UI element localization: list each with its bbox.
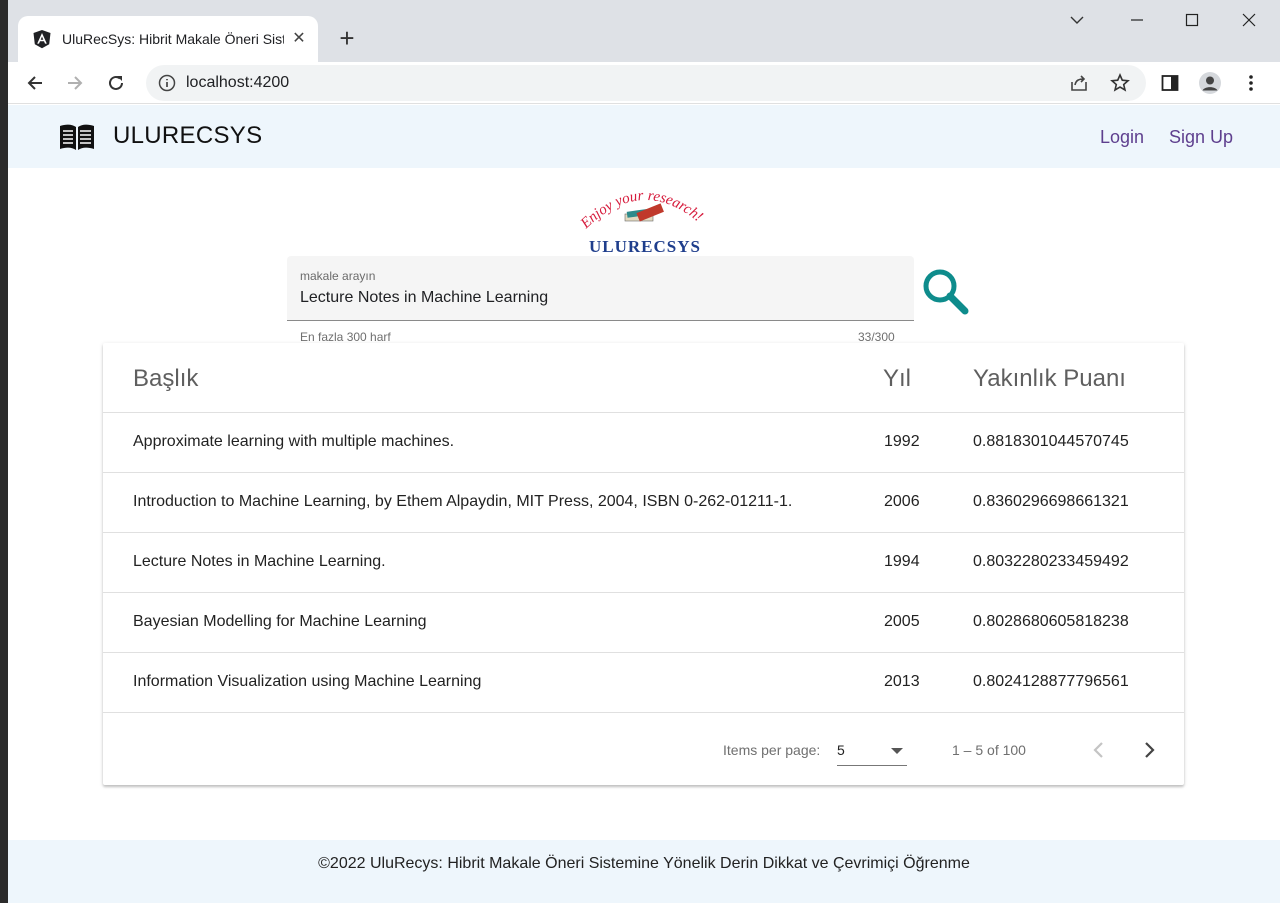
close-tab-icon[interactable]: ✕ — [290, 29, 308, 47]
browser-tab[interactable]: UluRecSys: Hibrit Makale Öneri Sistemine… — [18, 16, 318, 62]
ulurecsys-logo: Enjoy your research! ULURECSYS — [575, 180, 715, 256]
row-year: 2013 — [884, 673, 920, 690]
results-table: Başlık Yıl Yakınlık Puanı Approximate le… — [103, 343, 1184, 785]
row-title: Information Visualization using Machine … — [133, 673, 482, 690]
url-text: localhost:4200 — [186, 74, 290, 91]
maximize-icon[interactable] — [1169, 6, 1215, 34]
browser-toolbar: localhost:4200 — [0, 62, 1280, 104]
table-header-row: Başlık Yıl Yakınlık Puanı — [103, 343, 1184, 413]
page-range-label: 1 – 5 of 100 — [952, 742, 1026, 758]
column-header-year: Yıl — [883, 365, 912, 392]
row-title: Lecture Notes in Machine Learning. — [133, 553, 386, 570]
row-year: 2006 — [884, 493, 920, 510]
angular-favicon-icon — [32, 29, 52, 49]
column-header-title: Başlık — [133, 365, 199, 392]
search-char-count: 33/300 — [858, 330, 895, 344]
page-size-value: 5 — [837, 742, 845, 758]
previous-page-icon[interactable] — [1085, 736, 1113, 764]
items-per-page-label: Items per page: — [723, 742, 821, 758]
paginator: Items per page: 5 1 – 5 of 100 — [103, 714, 1184, 785]
table-row: Introduction to Machine Learning, by Eth… — [103, 473, 1184, 533]
row-year: 1994 — [884, 553, 920, 570]
row-score: 0.8024128877796561 — [973, 673, 1129, 690]
table-row: Approximate learning with multiple machi… — [103, 413, 1184, 473]
row-title: Approximate learning with multiple machi… — [133, 433, 455, 450]
row-score: 0.8032280233459492 — [973, 553, 1129, 570]
bookmark-star-icon[interactable] — [1109, 72, 1131, 94]
browser-tab-bar: UluRecSys: Hibrit Makale Öneri Sistemine… — [0, 0, 1280, 62]
footer-text: ©2022 UluRecys: Hibrit Makale Öneri Sist… — [318, 855, 970, 872]
browser-menu-icon[interactable] — [1238, 70, 1264, 96]
search-hint: En fazla 300 harf — [300, 330, 391, 344]
dropdown-caret-icon — [891, 748, 903, 754]
row-year: 1992 — [884, 433, 920, 450]
app-header: ULURECSYS Login Sign Up — [8, 105, 1280, 168]
search-input[interactable]: makale arayın Lecture Notes in Machine L… — [287, 256, 914, 321]
tab-title: UluRecSys: Hibrit Makale Öneri Sistemine… — [62, 31, 284, 47]
row-year: 2005 — [884, 613, 920, 630]
table-row: Information Visualization using Machine … — [103, 653, 1184, 713]
browser-window: UluRecSys: Hibrit Makale Öneri Sistemine… — [0, 0, 1280, 903]
row-score: 0.8360296698661321 — [973, 493, 1129, 510]
side-panel-icon[interactable] — [1157, 70, 1183, 96]
row-title: Introduction to Machine Learning, by Eth… — [133, 493, 793, 510]
back-arrow-icon[interactable] — [20, 68, 50, 98]
search-value[interactable]: Lecture Notes in Machine Learning — [300, 289, 548, 307]
row-score: 0.8818301044570745 — [973, 433, 1129, 450]
next-page-icon[interactable] — [1135, 736, 1163, 764]
forward-arrow-icon[interactable] — [60, 68, 90, 98]
share-icon[interactable] — [1068, 72, 1090, 94]
table-row: Bayesian Modelling for Machine Learning … — [103, 593, 1184, 653]
column-header-score: Yakınlık Puanı — [973, 365, 1126, 392]
new-tab-icon[interactable]: + — [333, 23, 361, 53]
page-size-select[interactable]: 5 — [837, 738, 907, 766]
login-link[interactable]: Login — [1100, 127, 1144, 148]
profile-avatar-icon[interactable] — [1197, 70, 1223, 96]
desktop-edge — [0, 0, 8, 903]
tab-search-chevron-icon[interactable] — [1054, 6, 1100, 34]
open-book-icon — [58, 122, 96, 157]
table-row: Lecture Notes in Machine Learning. 1994 … — [103, 533, 1184, 593]
search-label: makale arayın — [300, 269, 376, 283]
reload-icon[interactable] — [101, 68, 131, 98]
row-title: Bayesian Modelling for Machine Learning — [133, 613, 427, 630]
row-score: 0.8028680605818238 — [973, 613, 1129, 630]
search-icon[interactable] — [920, 266, 972, 318]
minimize-icon[interactable] — [1114, 6, 1160, 34]
signup-link[interactable]: Sign Up — [1169, 127, 1233, 148]
close-window-icon[interactable] — [1226, 6, 1272, 34]
site-info-icon[interactable] — [158, 74, 176, 92]
brand-title[interactable]: ULURECSYS — [113, 122, 262, 150]
address-bar[interactable]: localhost:4200 — [146, 65, 1146, 101]
app-footer: ©2022 UluRecys: Hibrit Makale Öneri Sist… — [8, 840, 1280, 903]
logo-name: ULURECSYS — [589, 237, 701, 256]
